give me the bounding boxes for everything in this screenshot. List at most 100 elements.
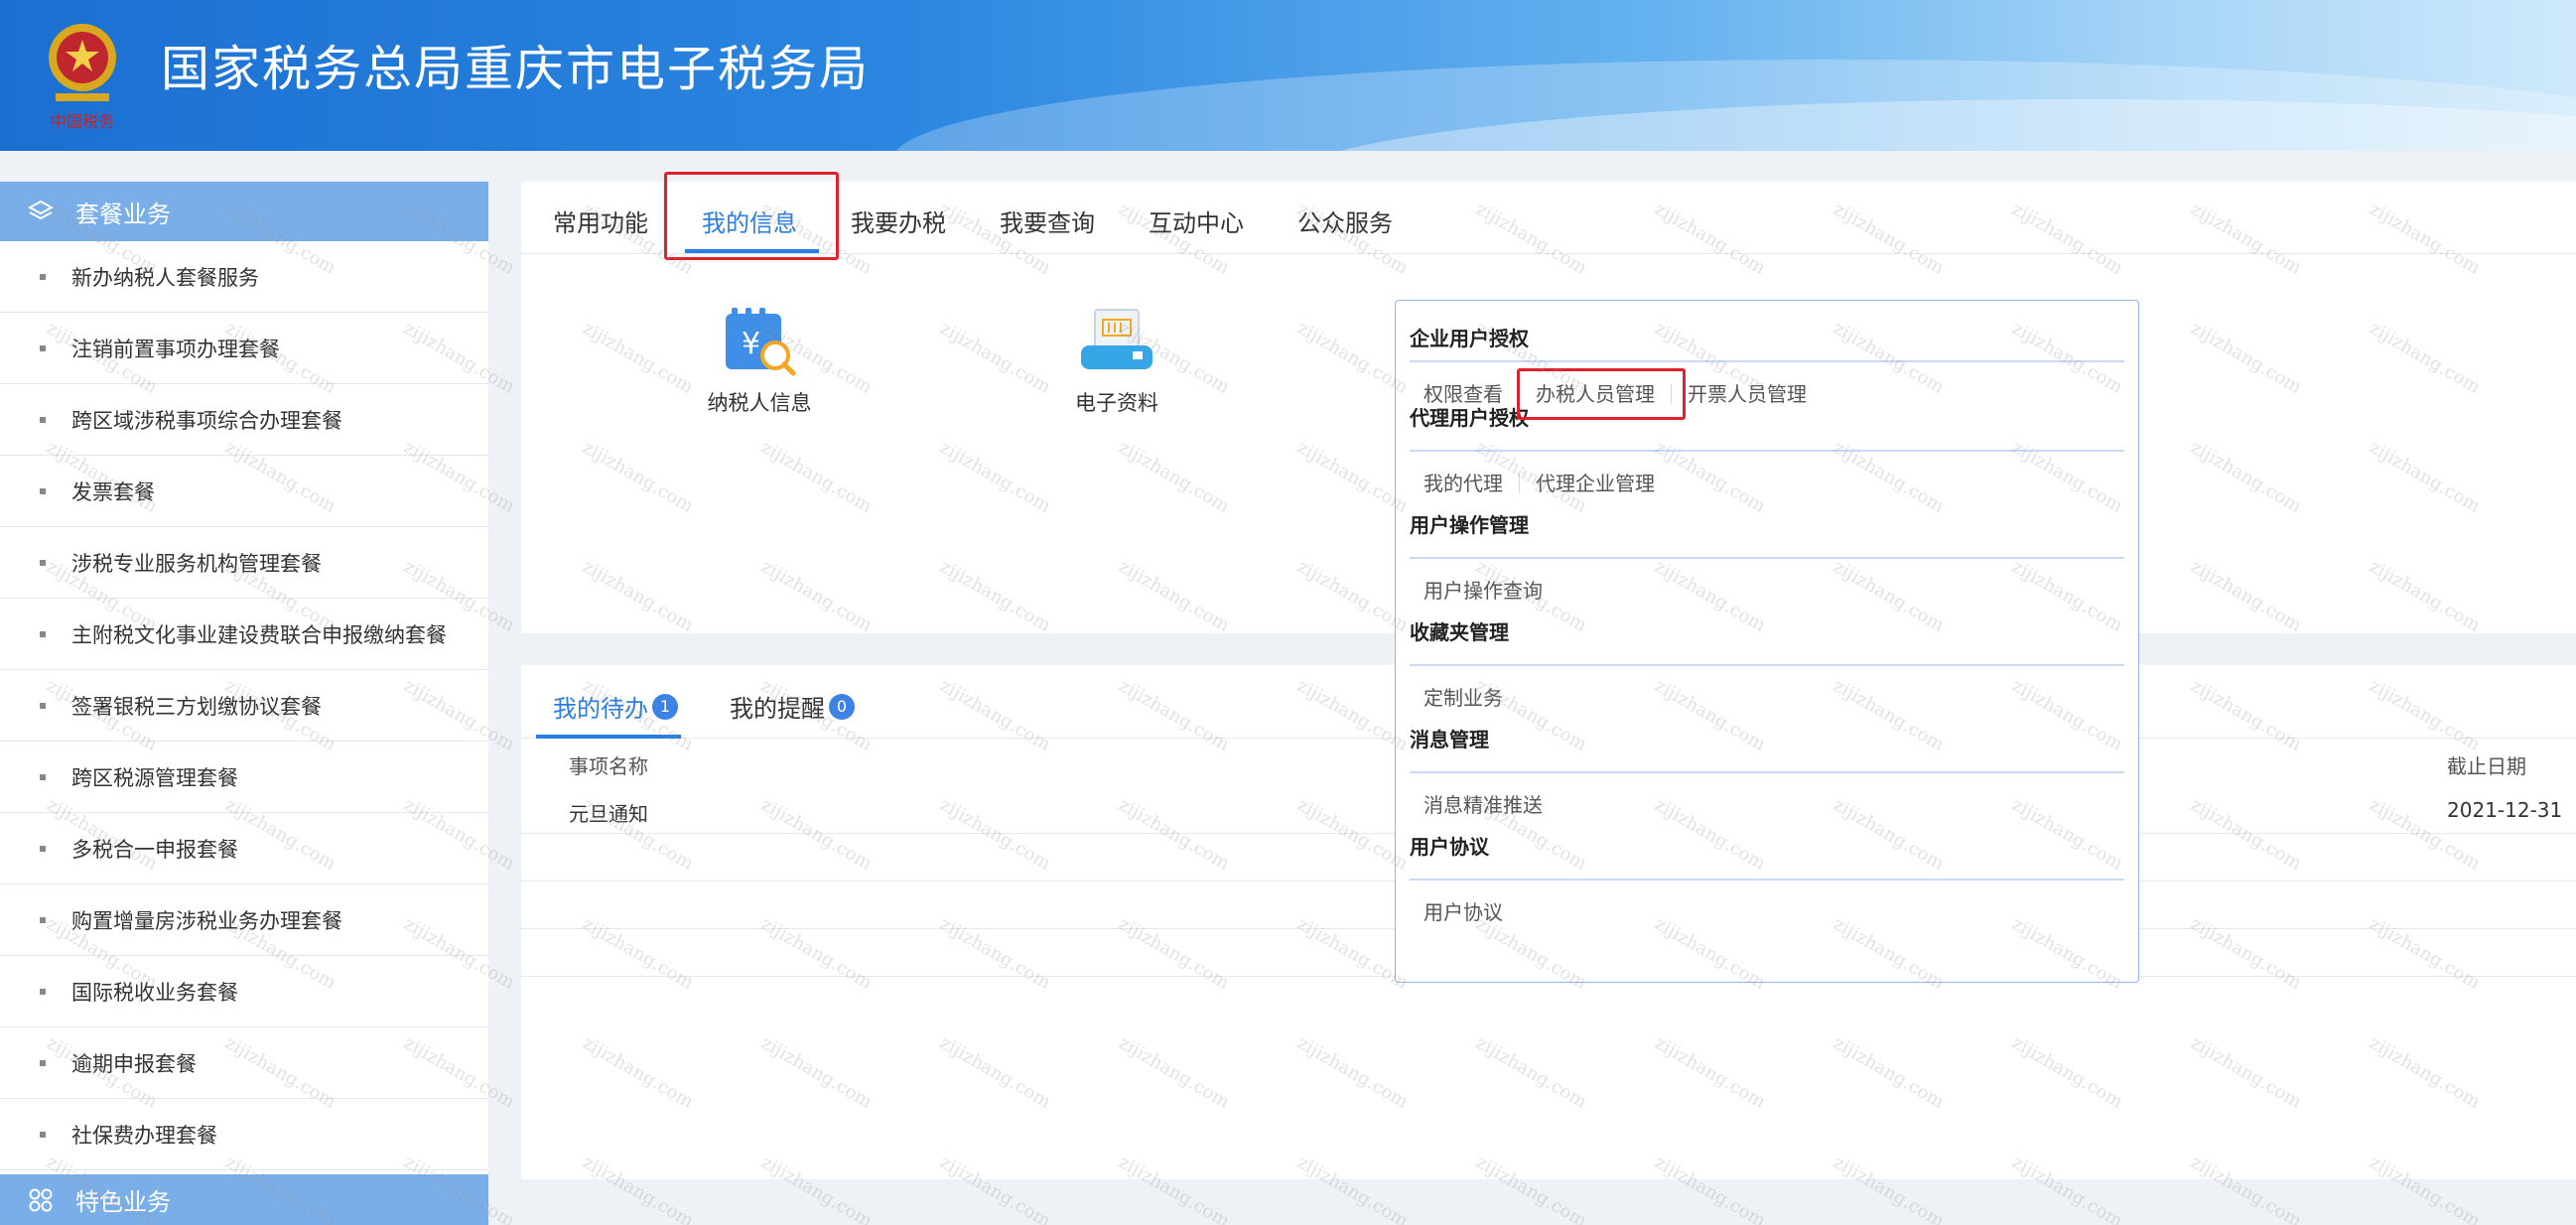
- sidebar-item[interactable]: 多税合一申报套餐: [0, 813, 488, 885]
- sidebar-item[interactable]: 国际税收业务套餐: [0, 956, 488, 1027]
- menu-items: 消息精准推送: [1410, 773, 2124, 837]
- site-header: 中国税务 国家税务总局重庆市电子税务局: [0, 0, 2576, 151]
- menu-section-user-agreement: 用户协议 用户协议: [1410, 837, 2124, 946]
- sidebar-section-header-featured[interactable]: 特色业务: [0, 1174, 488, 1225]
- bullet-icon: [40, 916, 46, 923]
- tab-public-service[interactable]: 公众服务: [1297, 204, 1393, 238]
- menu-item-permission-view[interactable]: 权限查看: [1424, 384, 1520, 404]
- sidebar-item[interactable]: 注销前置事项办理套餐: [0, 313, 488, 384]
- bullet-icon: [40, 988, 46, 995]
- tab-interaction-center[interactable]: 互动中心: [1149, 204, 1244, 238]
- sidebar-item[interactable]: 涉税专业服务机构管理套餐: [0, 527, 488, 599]
- menu-item-agent-company-management[interactable]: 代理企业管理: [1520, 474, 1671, 493]
- tab-common-functions[interactable]: 常用功能: [553, 204, 648, 238]
- sidebar-item-label: 跨区域涉税事项综合办理套餐: [71, 408, 342, 433]
- bullet-icon: [40, 416, 46, 423]
- bullet-icon: [40, 773, 46, 780]
- sidebar-item-label: 发票套餐: [71, 479, 155, 504]
- bullet-icon: [40, 702, 46, 709]
- menu-items: 用户操作查询: [1410, 559, 2124, 622]
- menu-items: 用户协议: [1410, 881, 2124, 944]
- sidebar-list: 新办纳税人套餐服务 注销前置事项办理套餐 跨区域涉税事项综合办理套餐 发票套餐 …: [0, 241, 488, 1170]
- sidebar-item-label: 社保费办理套餐: [71, 1123, 217, 1148]
- svg-text:中国税务: 中国税务: [51, 112, 114, 131]
- sidebar-item[interactable]: 跨区税源管理套餐: [0, 742, 488, 813]
- tab-query[interactable]: 我要查询: [1000, 204, 1095, 238]
- menu-section-user-operations: 用户操作管理 用户操作查询: [1410, 515, 2124, 624]
- menu-item-my-agent[interactable]: 我的代理: [1424, 474, 1520, 493]
- sidebar-item-label: 国际税收业务套餐: [71, 980, 238, 1005]
- sidebar-section-title: 套餐业务: [75, 200, 171, 228]
- menu-section-favorites: 收藏夹管理 定制业务: [1410, 622, 2124, 732]
- count-badge: 1: [652, 693, 678, 720]
- sidebar-item-label: 签署银税三方划缴协议套餐: [71, 694, 322, 719]
- sidebar-item[interactable]: 购置增量房涉税业务办理套餐: [0, 885, 488, 956]
- highlight-box: [1517, 368, 1686, 420]
- tab-my-reminders[interactable]: 我的提醒 0: [730, 689, 855, 724]
- menu-item-custom-business[interactable]: 定制业务: [1424, 688, 1519, 708]
- menu-section-title: 用户操作管理: [1410, 513, 1529, 537]
- menu-section-title: 消息管理: [1410, 728, 1489, 751]
- menu-section-title: 企业用户授权: [1410, 327, 1529, 350]
- menu-item-user-agreement[interactable]: 用户协议: [1424, 902, 1519, 922]
- menu-items: 我的代理 代理企业管理: [1410, 452, 2124, 515]
- bullet-icon: [40, 1131, 46, 1138]
- sidebar-item[interactable]: 社保费办理套餐: [0, 1099, 488, 1170]
- my-info-dropdown-menu: 企业用户授权 权限查看 办税人员管理 开票人员管理 代理用户授权 我的代理 代理…: [1395, 300, 2139, 983]
- electronic-data-icon: [1081, 309, 1152, 369]
- highlight-box: [664, 172, 839, 260]
- tax-emblem-logo: 中国税务: [49, 24, 116, 131]
- sidebar-item[interactable]: 跨区域涉税事项综合办理套餐: [0, 384, 488, 456]
- menu-section-agent-auth: 代理用户授权 我的代理 代理企业管理: [1410, 408, 2124, 517]
- sidebar-item[interactable]: 发票套餐: [0, 456, 488, 527]
- bullet-icon: [40, 630, 46, 637]
- bullet-icon: [40, 1059, 46, 1066]
- sidebar-item-label: 购置增量房涉税业务办理套餐: [71, 908, 342, 933]
- todo-deadline: 2021-12-31: [2447, 798, 2563, 822]
- bullet-icon: [40, 845, 46, 852]
- menu-item-message-push[interactable]: 消息精准推送: [1424, 795, 1559, 815]
- sidebar-item[interactable]: 逾期申报套餐: [0, 1027, 488, 1099]
- sidebar-item-label: 注销前置事项办理套餐: [71, 337, 280, 361]
- column-header-deadline: 截止日期: [2447, 754, 2526, 778]
- sidebar-item-label: 主附税文化事业建设费联合申报缴纳套餐: [71, 622, 447, 647]
- site-title: 国家税务总局重庆市电子税务局: [161, 41, 871, 97]
- function-taxpayer-info[interactable]: ¥ 纳税人信息: [680, 306, 839, 417]
- bullet-icon: [40, 559, 46, 566]
- count-badge: 0: [829, 693, 855, 720]
- sidebar-item-label: 涉税专业服务机构管理套餐: [71, 551, 322, 576]
- column-header-name: 事项名称: [569, 754, 648, 778]
- tab-my-todo[interactable]: 我的待办 1: [553, 689, 678, 724]
- tab-handle-tax[interactable]: 我要办税: [851, 204, 946, 238]
- sidebar-item[interactable]: 主附税文化事业建设费联合申报缴纳套餐: [0, 599, 488, 670]
- grid-apps-icon: [29, 1188, 53, 1211]
- bullet-icon: [40, 344, 46, 351]
- todo-name: 元旦通知: [569, 802, 648, 826]
- taxpayer-info-icon: ¥: [726, 308, 796, 376]
- bullet-icon: [40, 487, 46, 494]
- sidebar-section-header[interactable]: 套餐业务: [0, 182, 488, 241]
- sidebar-item-label: 新办纳税人套餐服务: [71, 265, 259, 290]
- layers-icon: [28, 200, 54, 220]
- sidebar-item-label: 跨区税源管理套餐: [71, 765, 238, 790]
- menu-item-invoice-staff-management[interactable]: 开票人员管理: [1672, 384, 1823, 404]
- function-label: 电子资料: [1075, 391, 1158, 415]
- menu-item-operation-query[interactable]: 用户操作查询: [1424, 581, 1559, 601]
- function-electronic-data[interactable]: 电子资料: [1037, 306, 1196, 417]
- tab-label: 我的待办: [553, 695, 648, 723]
- tab-label: 我的提醒: [730, 695, 825, 723]
- menu-items: 定制业务: [1410, 666, 2124, 730]
- menu-section-title: 收藏夹管理: [1410, 620, 1509, 644]
- menu-section-messages: 消息管理 消息精准推送: [1410, 730, 2124, 839]
- sidebar-item[interactable]: 新办纳税人套餐服务: [0, 241, 488, 313]
- sidebar: 套餐业务 新办纳税人套餐服务 注销前置事项办理套餐 跨区域涉税事项综合办理套餐 …: [0, 182, 488, 1225]
- sidebar-item-label: 多税合一申报套餐: [71, 837, 238, 862]
- sidebar-footer-title: 特色业务: [75, 1188, 171, 1216]
- menu-section-title: 用户协议: [1410, 835, 1489, 859]
- sidebar-item-label: 逾期申报套餐: [71, 1051, 197, 1076]
- sidebar-item[interactable]: 签署银税三方划缴协议套餐: [0, 670, 488, 742]
- bullet-icon: [40, 273, 46, 280]
- main-tabs: 常用功能 我的信息 我要办税 我要查询 互动中心 公众服务: [521, 172, 2576, 260]
- function-label: 纳税人信息: [707, 391, 812, 415]
- svg-text:¥: ¥: [742, 327, 760, 361]
